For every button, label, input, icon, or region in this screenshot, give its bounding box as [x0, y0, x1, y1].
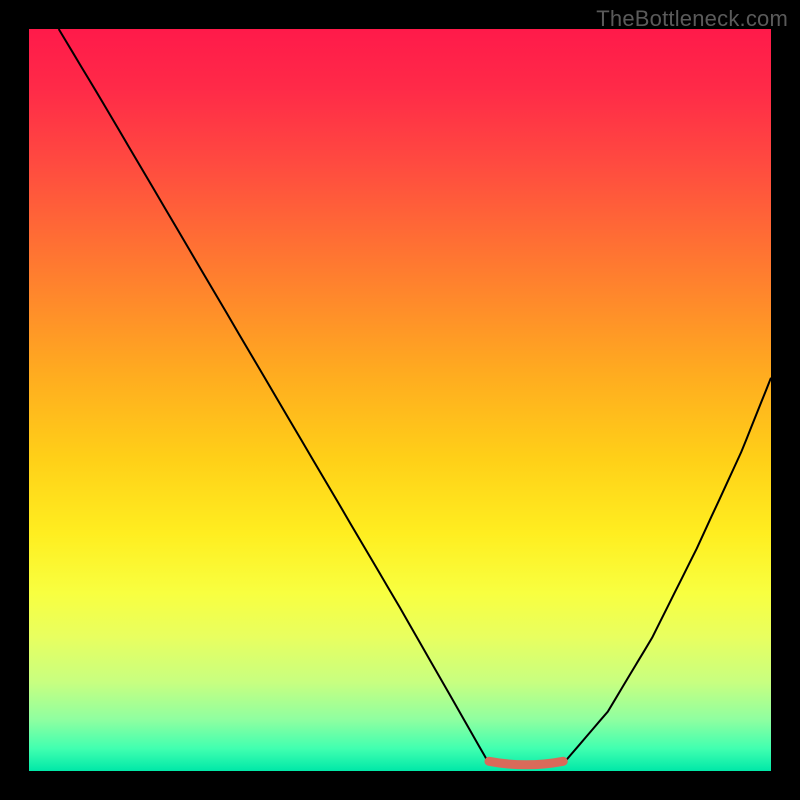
right-curve [563, 378, 771, 764]
left-curve [59, 29, 489, 764]
optimal-band-marker [489, 761, 563, 765]
chart-svg [29, 29, 771, 771]
chart-plot-area [29, 29, 771, 771]
watermark-text: TheBottleneck.com [596, 6, 788, 32]
